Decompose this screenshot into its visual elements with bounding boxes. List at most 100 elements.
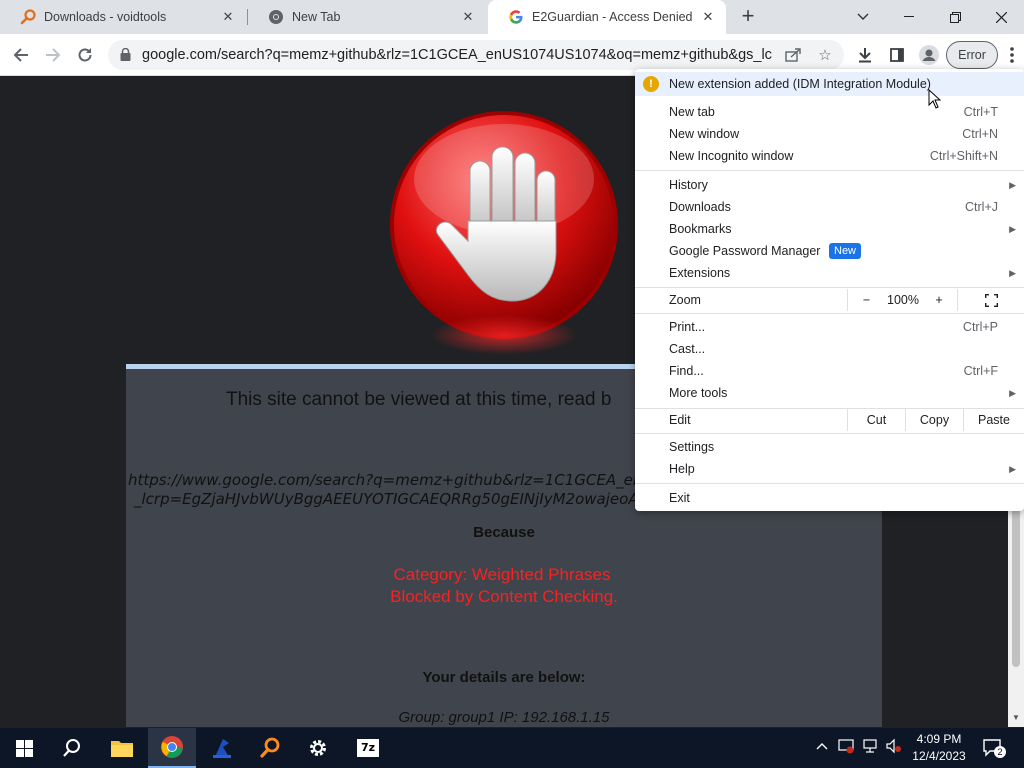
tab-downloads-voidtools[interactable]: Downloads - voidtools ✕ <box>0 0 246 34</box>
show-hidden-icons-chevron-icon[interactable] <box>816 738 828 753</box>
paste-button[interactable]: Paste <box>963 409 1024 431</box>
profile-avatar-icon[interactable] <box>918 44 940 66</box>
menu-item-bookmarks[interactable]: Bookmarks ▶ <box>635 218 1024 240</box>
warning-icon: ! <box>643 76 659 92</box>
menu-item-help[interactable]: Help ▶ <box>635 458 1024 480</box>
fullscreen-icon[interactable] <box>957 289 1024 311</box>
settings-gear-icon[interactable] <box>294 728 342 768</box>
menu-shortcut: Ctrl+F <box>963 364 998 378</box>
menu-item-exit[interactable]: Exit <box>635 487 1024 509</box>
menu-item-incognito[interactable]: New Incognito window Ctrl+Shift+N <box>635 145 1024 167</box>
scroll-down-arrow-icon[interactable]: ▼ <box>1012 713 1020 722</box>
chrome-taskbar-icon[interactable] <box>148 728 196 768</box>
menu-divider <box>635 433 1024 434</box>
menu-label: History <box>669 178 708 192</box>
zoom-level: 100% <box>887 293 919 307</box>
menu-divider <box>635 170 1024 171</box>
restore-button[interactable] <box>932 0 978 34</box>
extension-added-notice[interactable]: ! New extension added (IDM Integration M… <box>635 72 1024 96</box>
menu-label: Print... <box>669 320 706 334</box>
blocked-url-line-2: _lcrp=EgZjaHJvbWUyBggAEEUYOTIGCAEQRRg50g… <box>134 490 671 508</box>
voidtools-everything-icon[interactable] <box>246 728 294 768</box>
block-category: Category: Weighted Phrases <box>393 565 611 584</box>
chrome-main-menu: ! New extension added (IDM Integration M… <box>635 69 1024 511</box>
menu-label: Exit <box>669 491 690 505</box>
menu-item-downloads[interactable]: Downloads Ctrl+J <box>635 196 1024 218</box>
tab-new-tab[interactable]: New Tab ✕ <box>248 0 486 34</box>
menu-label: Cast... <box>669 342 706 356</box>
action-center-icon[interactable]: 2 <box>982 737 1006 759</box>
stop-glow <box>430 315 578 355</box>
file-explorer-icon[interactable] <box>98 728 146 768</box>
windows-start-icon[interactable] <box>0 728 48 768</box>
address-bar[interactable]: google.com/search?q=memz+github&rlz=1C1G… <box>108 40 844 70</box>
close-window-button[interactable] <box>978 0 1024 34</box>
menu-label: Bookmarks <box>669 222 732 236</box>
idm-icon[interactable] <box>198 728 246 768</box>
notice-text: New extension added (IDM Integration Mod… <box>669 77 931 91</box>
url-text[interactable]: google.com/search?q=memz+github&rlz=1C1G… <box>142 47 772 63</box>
tab-search-chevron-icon[interactable] <box>840 0 886 34</box>
minimize-button[interactable] <box>886 0 932 34</box>
download-icon[interactable] <box>854 44 876 66</box>
new-badge: New <box>829 243 862 259</box>
search-icon[interactable] <box>48 728 96 768</box>
group-ip-info: Group: group1 IP: 192.168.1.15 <box>398 709 610 726</box>
submenu-arrow-icon: ▶ <box>1009 223 1016 234</box>
because-label: Because <box>473 524 535 541</box>
7zip-icon[interactable]: 7z <box>344 728 392 768</box>
tab-title: Downloads - voidtools <box>44 10 167 24</box>
tab-e2guardian[interactable]: E2Guardian - Access Denied ✕ <box>488 0 726 34</box>
menu-item-find[interactable]: Find... Ctrl+F <box>635 360 1024 382</box>
tab-close-icon[interactable]: ✕ <box>700 9 716 25</box>
submenu-arrow-icon: ▶ <box>1009 267 1016 278</box>
7zip-label: 7z <box>357 739 379 757</box>
menu-item-zoom: Zoom − 100% + <box>635 289 1024 311</box>
clock-time: 4:09 PM <box>916 732 962 746</box>
menu-divider <box>635 483 1024 484</box>
profile-error-button[interactable]: Error <box>946 41 998 69</box>
stop-hand-icon <box>390 111 618 339</box>
zoom-in-button[interactable]: + <box>921 289 957 311</box>
menu-label: New window <box>669 127 740 141</box>
page-title: This site cannot be viewed at this time,… <box>226 389 612 410</box>
chrome-menu-kebab-icon[interactable] <box>1000 42 1024 68</box>
copy-button[interactable]: Copy <box>905 409 963 431</box>
zoom-out-button[interactable]: − <box>847 289 885 311</box>
menu-label: New tab <box>669 105 715 119</box>
lock-icon[interactable] <box>120 47 131 66</box>
menu-item-more-tools[interactable]: More tools ▶ <box>635 382 1024 404</box>
share-icon[interactable] <box>784 46 802 64</box>
tab-close-icon[interactable]: ✕ <box>220 9 236 25</box>
system-clock[interactable]: 4:09 PM 12/4/2023 <box>904 731 974 765</box>
details-heading: Your details are below: <box>422 669 586 686</box>
menu-item-extensions[interactable]: Extensions ▶ <box>635 262 1024 284</box>
cut-button[interactable]: Cut <box>847 409 905 431</box>
menu-item-password-manager[interactable]: Google Password Manager New <box>635 240 1024 262</box>
menu-label: Downloads <box>669 200 731 214</box>
new-tab-button[interactable]: + <box>736 5 760 29</box>
menu-item-history[interactable]: History ▶ <box>635 174 1024 196</box>
tray-device-icon[interactable] <box>838 738 854 757</box>
menu-item-print[interactable]: Print... Ctrl+P <box>635 316 1024 338</box>
blocked-url-line-1: https://www.google.com/search?q=memz+git… <box>128 471 663 489</box>
menu-shortcut: Ctrl+T <box>963 105 998 119</box>
submenu-arrow-icon: ▶ <box>1009 463 1016 474</box>
forward-arrow-icon[interactable] <box>40 42 66 68</box>
reload-icon[interactable] <box>72 42 98 68</box>
back-arrow-icon[interactable] <box>8 42 34 68</box>
bookmark-star-icon[interactable]: ☆ <box>816 46 834 64</box>
tab-title: New Tab <box>292 10 341 24</box>
side-panel-icon[interactable] <box>886 44 908 66</box>
menu-item-cast[interactable]: Cast... <box>635 338 1024 360</box>
menu-label: Edit <box>669 413 691 427</box>
volume-muted-icon[interactable] <box>886 738 902 757</box>
network-icon[interactable] <box>862 738 878 757</box>
mouse-cursor-icon <box>928 89 942 109</box>
menu-item-new-window[interactable]: New window Ctrl+N <box>635 123 1024 145</box>
tab-strip: Downloads - voidtools ✕ New Tab ✕ E2Guar… <box>0 0 1024 34</box>
menu-item-new-tab[interactable]: New tab Ctrl+T <box>635 101 1024 123</box>
menu-shortcut: Ctrl+N <box>962 127 998 141</box>
menu-item-settings[interactable]: Settings <box>635 436 1024 458</box>
tab-close-icon[interactable]: ✕ <box>460 9 476 25</box>
